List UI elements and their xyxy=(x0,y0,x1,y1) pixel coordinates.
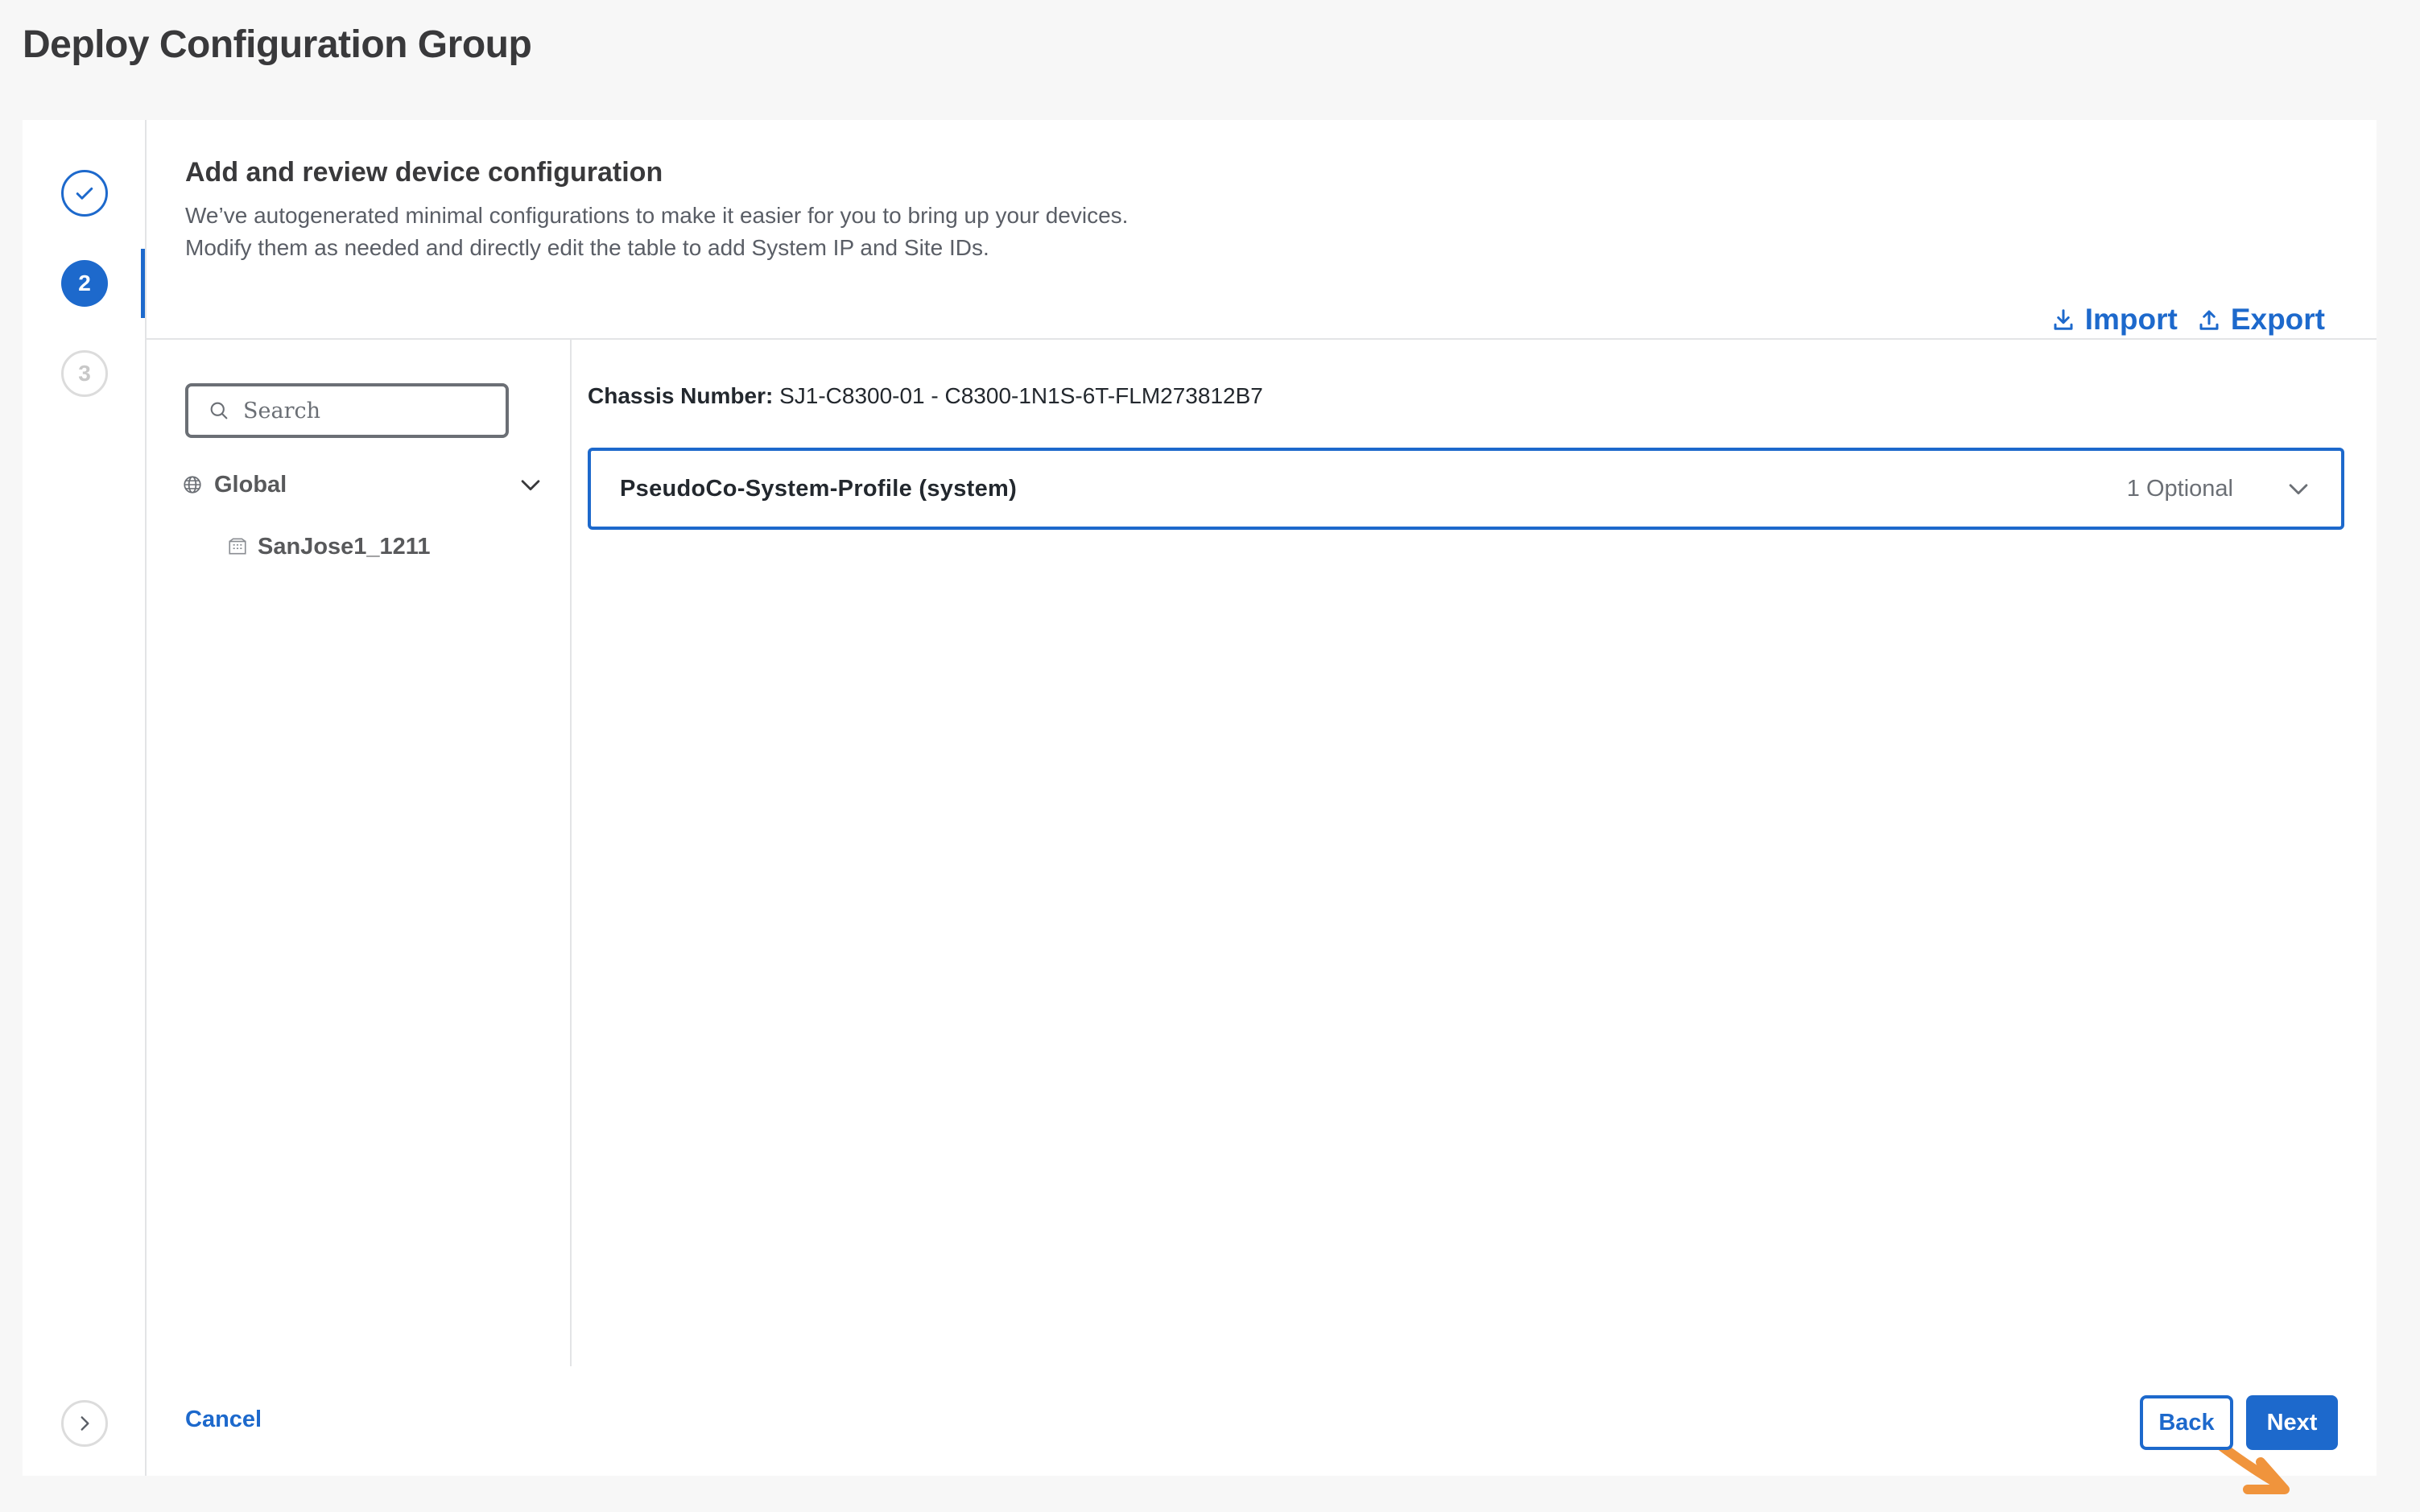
wizard-card: 2 3 Add and review device configuration … xyxy=(23,120,2377,1494)
export-button[interactable]: Export xyxy=(2197,303,2325,337)
check-icon xyxy=(76,187,93,200)
device-config-panel: Chassis Number: SJ1-C8300-01 - C8300-1N1… xyxy=(572,340,2377,1366)
expand-stepper-button[interactable] xyxy=(61,1400,108,1447)
chassis-value: SJ1-C8300-01 - C8300-1N1S-6T-FLM273812B7 xyxy=(779,383,1263,408)
upload-icon xyxy=(2199,310,2219,330)
import-export-actions: Import Export xyxy=(2051,303,2325,337)
section-title: Add and review device configuration xyxy=(185,157,663,188)
chevron-right-icon xyxy=(81,1416,89,1431)
step-1-completed[interactable] xyxy=(61,170,108,217)
site-tree-panel: Global SanJose1_1211 xyxy=(147,340,572,1366)
tree-node-label: SanJose1_1211 xyxy=(258,533,431,560)
chassis-label: Chassis Number: xyxy=(588,383,774,408)
building-icon xyxy=(229,538,246,555)
section-description: We’ve autogenerated minimal configuratio… xyxy=(185,200,1128,264)
globe-icon xyxy=(184,476,201,494)
profile-accordion[interactable]: PseudoCo-System-Profile (system) 1 Optio… xyxy=(588,448,2344,530)
optional-count: 1 Optional xyxy=(2126,475,2233,502)
back-button[interactable]: Back xyxy=(2140,1395,2233,1450)
chevron-down-icon[interactable] xyxy=(517,471,544,498)
tree-node-sanjose1-1211[interactable]: SanJose1_1211 xyxy=(227,528,430,565)
next-button[interactable]: Next xyxy=(2246,1395,2338,1450)
export-label: Export xyxy=(2230,303,2325,336)
cancel-button[interactable]: Cancel xyxy=(185,1407,262,1433)
section-header: Add and review device configuration We’v… xyxy=(185,157,1128,264)
stepper: 2 3 xyxy=(23,120,147,1476)
page-title: Deploy Configuration Group xyxy=(23,23,532,66)
chevron-down-icon[interactable] xyxy=(2285,475,2312,502)
search-icon xyxy=(210,402,228,419)
download-icon xyxy=(2054,309,2073,330)
description-line-2: Modify them as needed and directly edit … xyxy=(185,235,989,260)
step-2-active[interactable]: 2 xyxy=(61,260,108,307)
chassis-number: Chassis Number: SJ1-C8300-01 - C8300-1N1… xyxy=(588,383,1263,409)
search-field[interactable] xyxy=(185,383,509,438)
profile-name: PseudoCo-System-Profile (system) xyxy=(620,475,1018,502)
search-input[interactable] xyxy=(243,398,485,423)
tree-node-label: Global xyxy=(214,471,287,498)
tree-node-global[interactable]: Global xyxy=(182,465,544,505)
step-3-pending[interactable]: 3 xyxy=(61,350,108,397)
import-button[interactable]: Import xyxy=(2051,303,2178,337)
active-step-indicator xyxy=(141,249,145,318)
import-label: Import xyxy=(2084,303,2178,336)
description-line-1: We’ve autogenerated minimal configuratio… xyxy=(185,203,1129,228)
